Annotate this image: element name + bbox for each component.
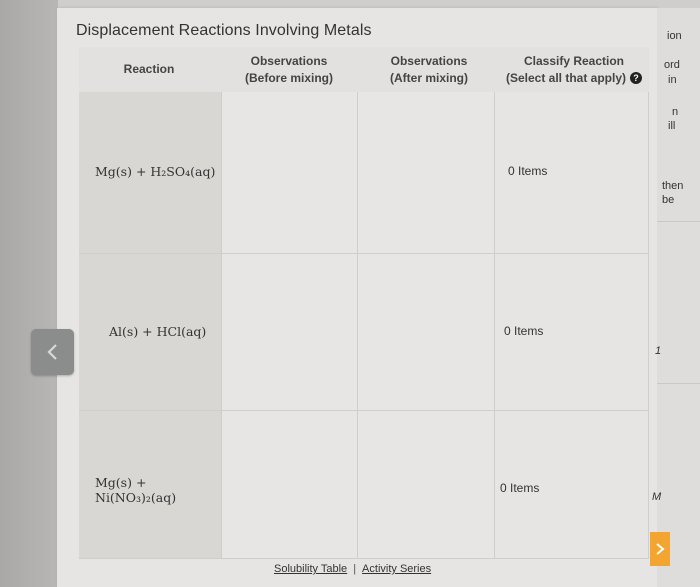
panel-text-fragment: be [662, 194, 675, 206]
panel-divider [657, 383, 700, 384]
header-classify-line2-wrap: (Select all that apply)? [505, 70, 643, 87]
header-classify-line2: (Select all that apply) [505, 70, 627, 85]
table-row: Mg(s) + H₂SO₄(aq) 0 Items [79, 92, 649, 254]
header-reaction-label: Reaction [123, 62, 175, 76]
reaction-cell: Al(s) + HCl(aq) [79, 254, 222, 411]
items-count: 0 Items [504, 324, 544, 338]
header-observations-before: Observations (Before mixing) [219, 47, 359, 92]
classify-dropzone[interactable]: 0 Items [495, 411, 649, 559]
panel-text-fragment: n [672, 106, 679, 118]
panel-text-fragment: in [668, 74, 677, 86]
panel-text-fragment: M [652, 491, 662, 503]
chevron-right-icon [656, 543, 665, 555]
reaction-cell: Mg(s) + H₂SO₄(aq) [79, 92, 222, 254]
previous-button[interactable] [31, 329, 74, 375]
solubility-table-link[interactable]: Solubility Table [274, 563, 347, 575]
header-obs-before-line1: Observations [250, 53, 328, 68]
items-count: 0 Items [500, 481, 540, 495]
reaction-equation: Mg(s) + H₂SO₄(aq) [95, 164, 216, 179]
header-obs-after-line1: Observations [390, 53, 468, 68]
reaction-equation: Mg(s) + Ni(NO₃)₂(aq) [95, 475, 177, 505]
reaction-equation: Al(s) + HCl(aq) [109, 324, 207, 339]
header-classify-line1: Classify Reaction [523, 53, 625, 68]
footer-links: Solubility Table | Activity Series [274, 563, 431, 575]
panel-text-fragment: ion [667, 30, 682, 42]
page-title: Displacement Reactions Involving Metals [76, 22, 372, 39]
next-button[interactable] [650, 532, 670, 566]
panel-text-fragment: then [662, 180, 684, 192]
reactions-table: Reaction Observations (Before mixing) Ob… [79, 47, 649, 559]
observation-after-dropzone[interactable] [358, 92, 495, 254]
items-count: 0 Items [508, 164, 548, 178]
header-obs-before-line2: (Before mixing) [244, 70, 333, 85]
observation-before-dropzone[interactable] [222, 411, 358, 559]
header-reaction: Reaction [79, 47, 219, 92]
observation-after-dropzone[interactable] [358, 254, 495, 411]
activity-series-link[interactable]: Activity Series [362, 563, 431, 575]
observation-before-dropzone[interactable] [222, 92, 358, 254]
header-classify-reaction: Classify Reaction (Select all that apply… [499, 47, 649, 92]
classify-dropzone[interactable]: 0 Items [495, 254, 649, 411]
observation-before-dropzone[interactable] [222, 254, 358, 411]
footer-separator: | [353, 563, 357, 575]
header-obs-after-line2: (After mixing) [390, 70, 468, 85]
screen: Displacement Reactions Involving Metals … [0, 0, 700, 587]
table-row: Al(s) + HCl(aq) 0 Items [79, 254, 649, 411]
classify-dropzone[interactable]: 0 Items [495, 92, 649, 254]
panel-text-fragment: ill [668, 120, 676, 132]
left-edge [0, 0, 58, 587]
panel-divider [657, 221, 700, 222]
table-row: Mg(s) + Ni(NO₃)₂(aq) 0 Items [79, 411, 649, 559]
reaction-cell: Mg(s) + Ni(NO₃)₂(aq) [79, 411, 222, 559]
header-observations-after: Observations (After mixing) [359, 47, 499, 92]
panel-text-fragment: ord [664, 59, 680, 71]
observation-after-dropzone[interactable] [358, 411, 495, 559]
instructions-panel-partial [657, 8, 700, 587]
panel-text-fragment: 1 [655, 345, 662, 357]
chevron-left-icon [46, 344, 57, 360]
info-icon[interactable]: ? [630, 72, 643, 85]
